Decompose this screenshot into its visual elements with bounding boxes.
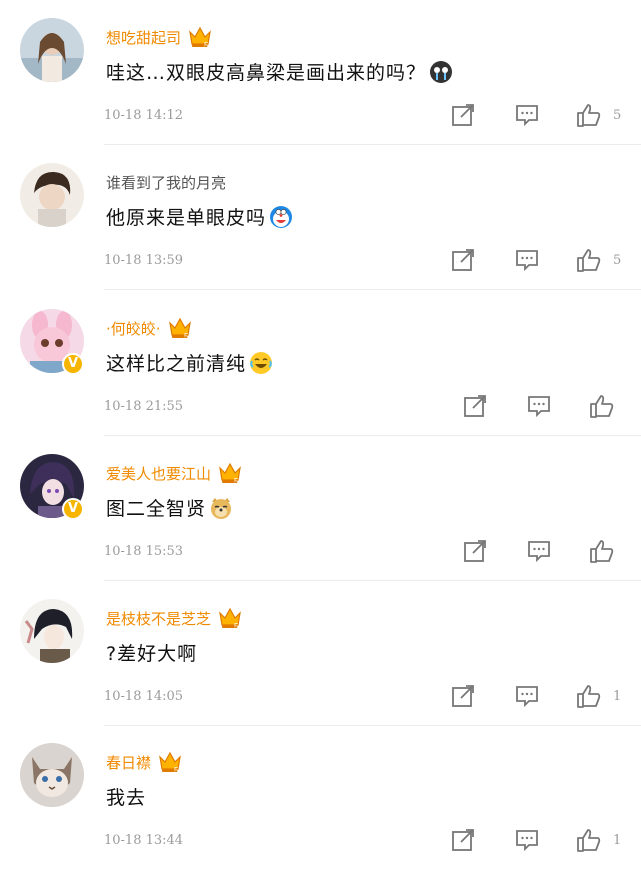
avatar[interactable] xyxy=(20,18,84,82)
cry-emoji-icon xyxy=(430,60,453,83)
comment-text-content: 他原来是单眼皮吗 xyxy=(106,207,267,229)
share-icon[interactable] xyxy=(462,393,488,419)
comment-list: 想吃甜起司 5 哇这…双眼皮高鼻梁是画出来的吗？ 10-18 14:12 5 谁… xyxy=(0,0,641,870)
like-count: 5 xyxy=(613,108,622,123)
comment-item: 想吃甜起司 5 哇这…双眼皮高鼻梁是画出来的吗？ 10-18 14:12 5 xyxy=(0,0,641,145)
username-text: 想吃甜起司 xyxy=(106,28,182,47)
like-count: 1 xyxy=(613,833,622,848)
thumbs-up-icon[interactable] xyxy=(576,827,602,853)
timestamp: 10-18 21:55 xyxy=(104,399,184,414)
crown-badge-icon: 5 xyxy=(189,26,211,50)
comment-item: V ·何皎皎· 5 这样比之前清纯 10-18 21:55 xyxy=(0,291,641,436)
share-icon[interactable] xyxy=(450,247,476,273)
crown-badge-icon: 5 xyxy=(219,462,241,486)
divider xyxy=(104,289,641,290)
comment-text-content: ?差好大啊 xyxy=(106,643,198,665)
username[interactable]: ·何皎皎· 5 xyxy=(106,315,193,341)
avatar[interactable] xyxy=(20,599,84,663)
comment-text-content: 哇这…双眼皮高鼻梁是画出来的吗？ xyxy=(106,62,427,84)
svg-text:5: 5 xyxy=(234,477,239,486)
comment-text: 哇这…双眼皮高鼻梁是画出来的吗？ xyxy=(106,58,453,85)
comment-item: 春日襟 5 我去 10-18 13:44 1 xyxy=(0,725,641,870)
comment-icon[interactable] xyxy=(526,538,552,564)
svg-text:5: 5 xyxy=(184,332,189,341)
username-text: 春日襟 xyxy=(106,753,152,772)
comment-icon[interactable] xyxy=(526,393,552,419)
verified-badge: V xyxy=(62,498,84,520)
crown-badge-icon: 5 xyxy=(168,317,191,341)
username[interactable]: 谁看到了我的月亮 xyxy=(106,169,226,195)
comment-item: V 爱美人也要江山 5 图二全智贤 10-18 15:53 xyxy=(0,436,641,581)
username-text: ·何皎皎· xyxy=(106,319,161,338)
comment-icon[interactable] xyxy=(514,102,540,128)
laugh-emoji-icon xyxy=(250,351,273,374)
comment-item: 是枝枝不是芝芝 5 ?差好大啊 10-18 14:05 1 xyxy=(0,581,641,726)
timestamp: 10-18 14:05 xyxy=(104,689,184,704)
comment-text: ?差好大啊 xyxy=(106,639,197,666)
doge-emoji-icon xyxy=(211,497,232,519)
crown-badge-icon: 5 xyxy=(159,751,181,775)
share-icon[interactable] xyxy=(450,102,476,128)
username[interactable]: 春日襟 5 xyxy=(106,749,183,775)
svg-text:5: 5 xyxy=(234,622,239,631)
comment-text-content: 图二全智贤 xyxy=(106,498,207,520)
thumbs-up-icon[interactable] xyxy=(589,538,615,564)
comment-icon[interactable] xyxy=(514,827,540,853)
comment-text: 我去 xyxy=(106,783,146,810)
thumbs-up-icon[interactable] xyxy=(589,393,615,419)
like-count: 1 xyxy=(613,689,622,704)
username-text: 爱美人也要江山 xyxy=(106,464,212,483)
avatar[interactable] xyxy=(20,743,84,807)
username[interactable]: 想吃甜起司 5 xyxy=(106,24,213,50)
crown-badge-icon: 5 xyxy=(219,607,241,631)
username[interactable]: 是枝枝不是芝芝 5 xyxy=(106,605,243,631)
comment-icon[interactable] xyxy=(514,683,540,709)
share-icon[interactable] xyxy=(450,827,476,853)
comment-text: 他原来是单眼皮吗 xyxy=(106,203,293,230)
timestamp: 10-18 15:53 xyxy=(104,544,184,559)
share-icon[interactable] xyxy=(462,538,488,564)
thumbs-up-icon[interactable] xyxy=(576,683,602,709)
thumbs-up-icon[interactable] xyxy=(576,247,602,273)
share-icon[interactable] xyxy=(450,683,476,709)
comment-text: 这样比之前清纯 xyxy=(106,349,273,376)
comment-text-content: 我去 xyxy=(106,787,147,809)
avatar[interactable] xyxy=(20,163,84,227)
comment-text: 图二全智贤 xyxy=(106,494,233,521)
verified-badge: V xyxy=(62,353,84,375)
svg-text:5: 5 xyxy=(204,41,209,50)
doraemon-emoji-icon xyxy=(270,205,293,228)
comment-text-content: 这样比之前清纯 xyxy=(106,353,247,375)
timestamp: 10-18 13:44 xyxy=(104,833,184,848)
like-count: 5 xyxy=(613,253,622,268)
username-text: 谁看到了我的月亮 xyxy=(106,173,227,192)
thumbs-up-icon[interactable] xyxy=(576,102,602,128)
username[interactable]: 爱美人也要江山 5 xyxy=(106,460,243,486)
username-text: 是枝枝不是芝芝 xyxy=(106,609,212,628)
comment-item: 谁看到了我的月亮 他原来是单眼皮吗 10-18 13:59 5 xyxy=(0,145,641,290)
timestamp: 10-18 14:12 xyxy=(104,108,184,123)
comment-icon[interactable] xyxy=(514,247,540,273)
svg-text:5: 5 xyxy=(174,766,179,775)
timestamp: 10-18 13:59 xyxy=(104,253,184,268)
